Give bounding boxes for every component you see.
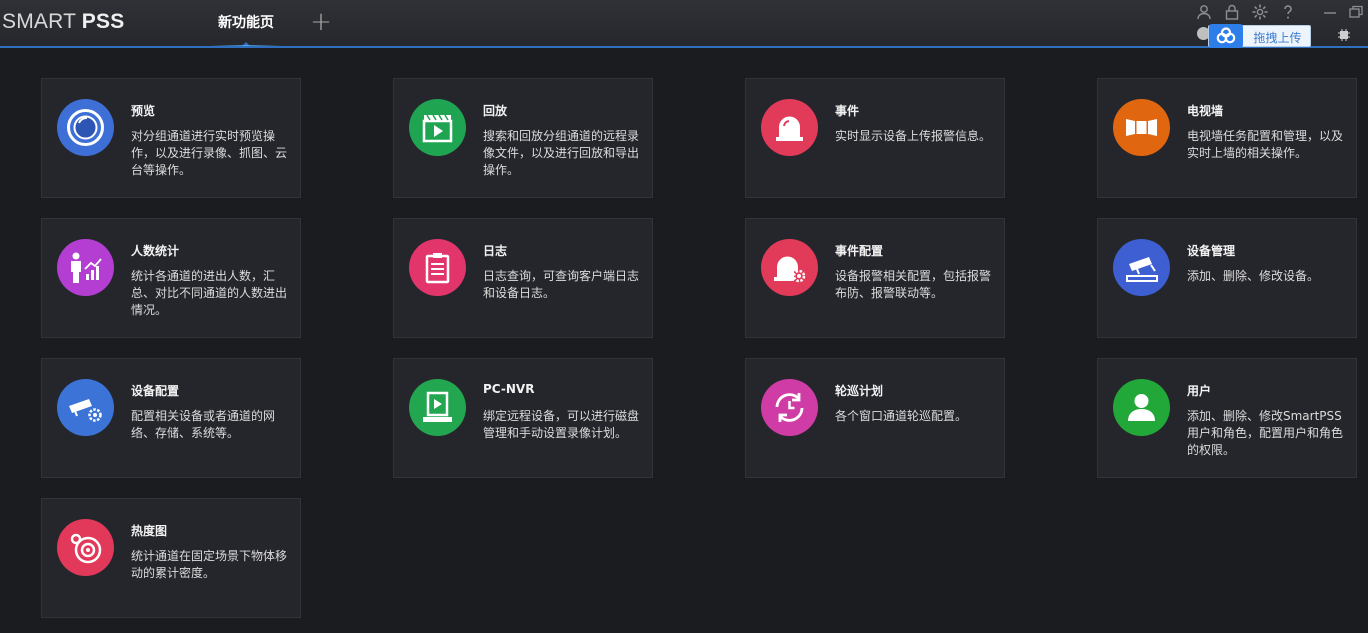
module-card-user[interactable]: 用户 添加、删除、修改SmartPSS用户和角色，配置用户和角色的权限。 xyxy=(1097,358,1357,478)
card-description: 搜索和回放分组通道的远程录像文件，以及进行回放和导出操作。 xyxy=(483,129,640,177)
card-title: 人数统计 xyxy=(131,244,180,258)
alarm-siren-icon xyxy=(761,99,818,156)
tv-wall-icon xyxy=(1113,99,1170,156)
module-card-people-count[interactable]: 人数统计 统计各通道的进出人数，汇总、对比不同通道的人数进出情况。 xyxy=(41,218,301,338)
nvr-recorder-icon xyxy=(409,379,466,436)
tab-new-feature-page[interactable]: 新功能页 xyxy=(206,0,286,47)
card-title: 事件配置 xyxy=(835,244,884,258)
card-description: 实时显示设备上传报警信息。 xyxy=(835,129,992,143)
alarm-settings-icon xyxy=(761,239,818,296)
card-title: 设备管理 xyxy=(1187,244,1236,258)
tab-indicator xyxy=(241,42,251,47)
module-card-tour-plan[interactable]: 轮巡计划 各个窗口通道轮巡配置。 xyxy=(745,358,1005,478)
restore-icon[interactable] xyxy=(1347,3,1365,21)
add-tab-button[interactable]: + xyxy=(308,9,334,36)
card-title: 设备配置 xyxy=(131,384,180,398)
card-description: 添加、删除、修改SmartPSS用户和角色，配置用户和角色的权限。 xyxy=(1187,409,1344,457)
module-card-event-config[interactable]: 事件配置 设备报警相关配置，包括报警布防、报警联动等。 xyxy=(745,218,1005,338)
card-title: 热度图 xyxy=(131,524,168,538)
minimize-icon[interactable] xyxy=(1321,3,1339,21)
user-icon[interactable] xyxy=(1195,3,1213,21)
card-title: 预览 xyxy=(131,104,156,118)
settings-icon[interactable] xyxy=(1251,3,1269,21)
card-description: 日志查询，可查询客户端日志和设备日志。 xyxy=(483,269,640,300)
tab-label: 新功能页 xyxy=(218,15,274,31)
card-description: 统计各通道的进出人数，汇总、对比不同通道的人数进出情况。 xyxy=(131,269,288,317)
card-description: 绑定远程设备，可以进行磁盘管理和手动设置录像计划。 xyxy=(483,409,640,440)
card-title: 用户 xyxy=(1187,384,1212,398)
card-description: 统计通道在固定场景下物体移动的累计密度。 xyxy=(131,549,288,580)
upload-label: 拖拽上传 xyxy=(1253,31,1302,45)
help-icon[interactable] xyxy=(1279,3,1297,21)
card-title: 轮巡计划 xyxy=(835,384,884,398)
camera-settings-icon xyxy=(57,379,114,436)
cloud-icon xyxy=(1209,24,1243,48)
card-title: 日志 xyxy=(483,244,508,258)
heatmap-icon xyxy=(57,519,114,576)
card-description: 配置相关设备或者通道的网络、存储、系统等。 xyxy=(131,409,276,440)
module-card-heatmap[interactable]: 热度图 统计通道在固定场景下物体移动的累计密度。 xyxy=(41,498,301,618)
module-card-playback[interactable]: 回放 搜索和回放分组通道的远程录像文件，以及进行回放和导出操作。 xyxy=(393,78,653,198)
card-description: 添加、删除、修改设备。 xyxy=(1187,269,1320,283)
camera-lens-icon xyxy=(57,99,114,156)
module-card-device-manage[interactable]: 设备管理 添加、删除、修改设备。 xyxy=(1097,218,1357,338)
card-title: PC-NVR xyxy=(483,382,535,396)
module-card-tv-wall[interactable]: 电视墙 电视墙任务配置和管理，以及实时上墙的相关操作。 xyxy=(1097,78,1357,198)
module-card-log[interactable]: 日志 日志查询，可查询客户端日志和设备日志。 xyxy=(393,218,653,338)
title-bar: SMART PSS 新功能页 + 拖拽上传 xyxy=(0,0,1368,48)
tour-cycle-icon xyxy=(761,379,818,436)
drag-upload-button[interactable]: 拖拽上传 xyxy=(1208,24,1311,48)
card-description: 设备报警相关配置，包括报警布防、报警联动等。 xyxy=(835,269,992,300)
app-logo: SMART PSS xyxy=(2,10,125,33)
card-title: 电视墙 xyxy=(1187,104,1224,118)
user-avatar-icon xyxy=(1113,379,1170,436)
lock-icon[interactable] xyxy=(1223,3,1241,21)
clipboard-log-icon xyxy=(409,239,466,296)
clapperboard-icon xyxy=(409,99,466,156)
module-card-device-config[interactable]: 设备配置 配置相关设备或者通道的网络、存储、系统等。 xyxy=(41,358,301,478)
card-title: 事件 xyxy=(835,104,860,118)
person-statistics-icon xyxy=(57,239,114,296)
module-card-preview[interactable]: 预览 对分组通道进行实时预览操作，以及进行录像、抓图、云台等操作。 xyxy=(41,78,301,198)
chip-icon[interactable] xyxy=(1337,27,1351,41)
device-manage-icon xyxy=(1113,239,1170,296)
card-title: 回放 xyxy=(483,104,508,118)
module-card-pc-nvr[interactable]: PC-NVR 绑定远程设备，可以进行磁盘管理和手动设置录像计划。 xyxy=(393,358,653,478)
card-description: 对分组通道进行实时预览操作，以及进行录像、抓图、云台等操作。 xyxy=(131,129,288,177)
card-description: 电视墙任务配置和管理，以及实时上墙的相关操作。 xyxy=(1187,129,1344,160)
module-card-event[interactable]: 事件 实时显示设备上传报警信息。 xyxy=(745,78,1005,198)
card-description: 各个窗口通道轮巡配置。 xyxy=(835,409,968,423)
